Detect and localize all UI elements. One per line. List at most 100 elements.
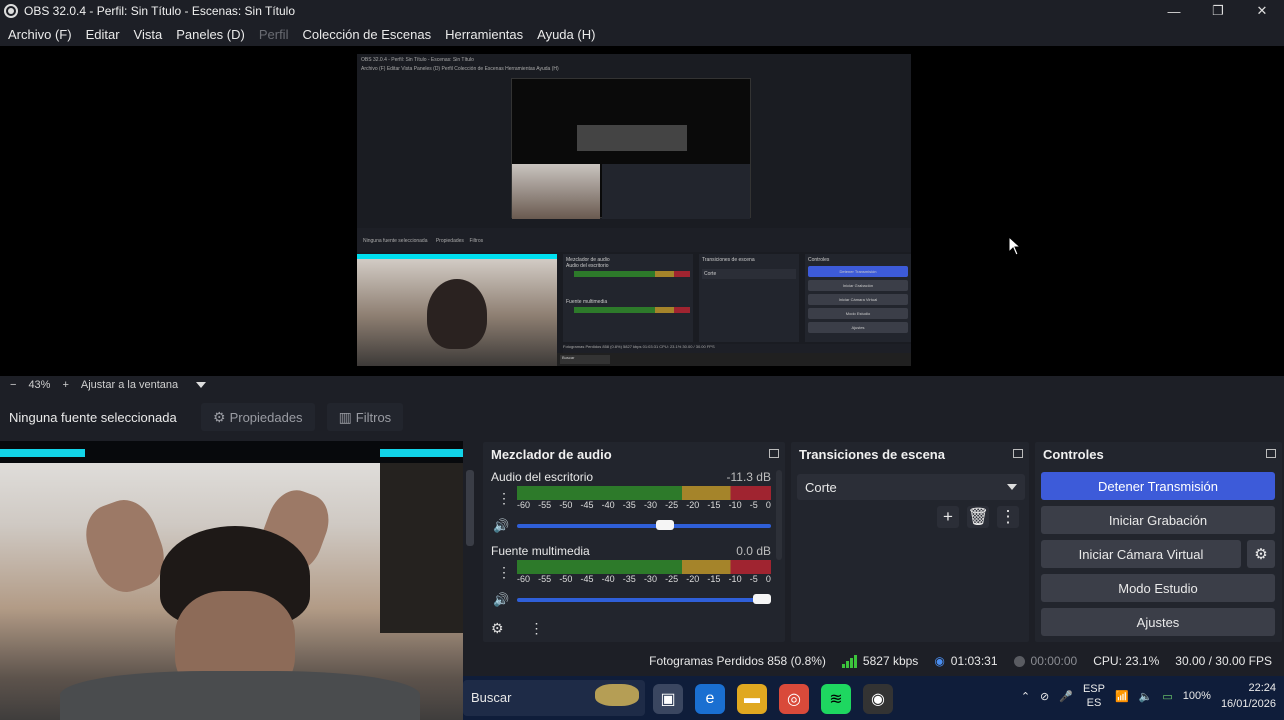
- mixer-scrollbar[interactable]: [466, 470, 474, 546]
- maximize-button[interactable]: ❐: [1196, 0, 1240, 22]
- preview-inner-cyan-bar: [357, 254, 557, 259]
- undock-icon[interactable]: [769, 449, 779, 458]
- obs-taskbar-icon[interactable]: ◉: [863, 684, 893, 714]
- minimize-button[interactable]: —: [1152, 0, 1196, 22]
- zoom-level: 43%: [28, 379, 51, 391]
- microphone-icon[interactable]: 🎤: [1059, 690, 1073, 703]
- volume-slider[interactable]: [517, 594, 771, 604]
- speaker-icon[interactable]: 🔊: [493, 592, 509, 608]
- menu-coleccion-escenas[interactable]: Colección de Escenas: [302, 27, 431, 42]
- preview-inner-ctrl-btn: Ajustes: [808, 322, 908, 333]
- menu-perfil[interactable]: Perfil: [259, 27, 289, 42]
- preview-inner-cam: [512, 164, 600, 219]
- spotify-icon[interactable]: ≋: [821, 684, 851, 714]
- edge-icon[interactable]: e: [695, 684, 725, 714]
- taskbar-search-label: Buscar: [471, 690, 512, 705]
- network-off-icon[interactable]: ⊘: [1040, 690, 1049, 703]
- stream-icon: ◉: [934, 654, 945, 668]
- webcam-overlay: [0, 441, 463, 720]
- preview-inner-ctrl-btn: Detener Transmisión: [808, 266, 908, 277]
- undock-icon[interactable]: [1266, 449, 1276, 458]
- webcam-person-arm: [76, 491, 174, 601]
- file-explorer-icon[interactable]: ▬: [737, 684, 767, 714]
- kebab-icon[interactable]: ⋮: [497, 490, 511, 507]
- gear-icon[interactable]: ⚙: [1247, 540, 1275, 568]
- audio-mixer-dock: Mezclador de audio Audio del escritorio …: [483, 442, 785, 642]
- preview-inner-menu: Archivo (F) Editar Vista Paneles (D) Per…: [361, 66, 559, 72]
- filters-button[interactable]: ▥ Filtros: [326, 403, 404, 431]
- window-title: OBS 32.0.4 - Perfil: Sin Título - Escena…: [24, 4, 296, 18]
- filter-icon: ▥: [338, 408, 352, 425]
- menu-archivo[interactable]: Archivo (F): [8, 27, 72, 42]
- kebab-icon[interactable]: ⋮: [997, 506, 1019, 528]
- preview-inner-ch1: Audio del escritorio: [566, 263, 609, 269]
- filters-label: Filtros: [355, 409, 392, 425]
- webcam-cyan-bar-left: [0, 449, 85, 457]
- plus-icon[interactable]: +: [937, 506, 959, 528]
- properties-label: Propiedades: [229, 409, 303, 425]
- close-button[interactable]: ✕: [1240, 0, 1284, 22]
- preview-inner-recursive: [511, 78, 751, 219]
- clock-date: 16/01/2026: [1220, 698, 1276, 710]
- rec-time: 00:00:00: [1030, 654, 1078, 668]
- preview-canvas[interactable]: OBS 32.0.4 - Perfil: Sin Título - Escena…: [0, 46, 1284, 376]
- stop-stream-button[interactable]: Detener Transmisión: [1041, 472, 1275, 500]
- meter-ticks: -60 -55 -50 -45 -40 -35 -30 -25 -20 -15 -10 -5 0: [517, 500, 771, 510]
- menu-paneles[interactable]: Paneles (D): [176, 27, 245, 42]
- advanced-audio-icon[interactable]: ⚙: [491, 620, 504, 636]
- preview-inner-ctrl-btn: Modo Estudio: [808, 308, 908, 319]
- menu-herramientas[interactable]: Herramientas: [445, 27, 523, 42]
- menu-editar[interactable]: Editar: [86, 27, 120, 42]
- mixer-scrollbar-right[interactable]: [776, 470, 782, 560]
- rec-time-item: 00:00:00: [1013, 654, 1078, 668]
- webcam-cyan-bar-right: [380, 449, 463, 457]
- system-tray: ⌃ ⊘ 🎤 ESP ES 📶 🔈 ▭ 100% 22:24 16/01/2026: [1021, 680, 1276, 712]
- chevron-up-icon[interactable]: ⌃: [1021, 690, 1030, 703]
- language-bottom: ES: [1086, 697, 1102, 709]
- preview-inner-mini: [577, 125, 687, 151]
- wifi-icon[interactable]: 📶: [1115, 690, 1129, 703]
- chevron-down-icon: [1007, 484, 1017, 490]
- transition-select[interactable]: Corte: [797, 474, 1025, 500]
- undock-icon[interactable]: [1013, 449, 1023, 458]
- studio-mode-button[interactable]: Modo Estudio: [1041, 574, 1275, 602]
- clock-time: 22:24: [1248, 682, 1276, 694]
- start-recording-button[interactable]: Iniciar Grabación: [1041, 506, 1275, 534]
- menu-vista[interactable]: Vista: [134, 27, 163, 42]
- chevron-down-icon[interactable]: [196, 382, 207, 388]
- kebab-icon[interactable]: ⋮: [497, 564, 511, 581]
- volume-meter: [517, 560, 771, 574]
- transition-selected-value: Corte: [805, 480, 837, 495]
- volume-slider-knob[interactable]: [753, 594, 771, 604]
- zoom-fit-select[interactable]: Ajustar a la ventana: [81, 379, 178, 391]
- properties-button[interactable]: ⚙ Propiedades: [201, 403, 315, 431]
- trash-icon[interactable]: 🗑: [967, 506, 989, 528]
- zoom-in-button[interactable]: +: [62, 379, 68, 391]
- zoom-out-button[interactable]: −: [10, 379, 16, 391]
- volume-icon[interactable]: 🔈: [1139, 690, 1153, 703]
- battery-level: 100%: [1182, 690, 1211, 702]
- language-indicator[interactable]: ESP ES: [1083, 682, 1105, 710]
- volume-meter: [517, 486, 771, 500]
- volume-slider-knob[interactable]: [656, 520, 675, 530]
- chrome-icon[interactable]: ◎: [779, 684, 809, 714]
- preview-inner-ctrl-btn: Iniciar Cámara Virtual: [808, 294, 908, 305]
- preview-inner-camera: [357, 254, 557, 366]
- bitrate: 5827 kbps: [862, 654, 919, 668]
- transition-tools: + 🗑 ⋮: [937, 506, 1019, 528]
- mixer-title: Mezclador de audio: [491, 446, 612, 462]
- menu-ayuda[interactable]: Ayuda (H): [537, 27, 595, 42]
- clock[interactable]: 22:24 16/01/2026: [1221, 680, 1276, 712]
- speaker-icon[interactable]: 🔊: [493, 518, 509, 534]
- menu-bar: Archivo (F) Editar Vista Paneles (D) Per…: [0, 22, 1284, 46]
- volume-slider[interactable]: [517, 520, 771, 530]
- channel-db: 0.0 dB: [736, 544, 771, 558]
- gear-icon: ⚙: [213, 408, 226, 425]
- start-virtual-camera-button[interactable]: Iniciar Cámara Virtual: [1041, 540, 1241, 568]
- task-view-icon[interactable]: ▣: [653, 684, 683, 714]
- signal-icon: [841, 654, 857, 668]
- settings-button[interactable]: Ajustes: [1041, 608, 1275, 636]
- battery-icon[interactable]: ▭: [1162, 690, 1172, 703]
- kebab-icon[interactable]: ⋮: [529, 620, 543, 636]
- controls-title: Controles: [1043, 446, 1104, 462]
